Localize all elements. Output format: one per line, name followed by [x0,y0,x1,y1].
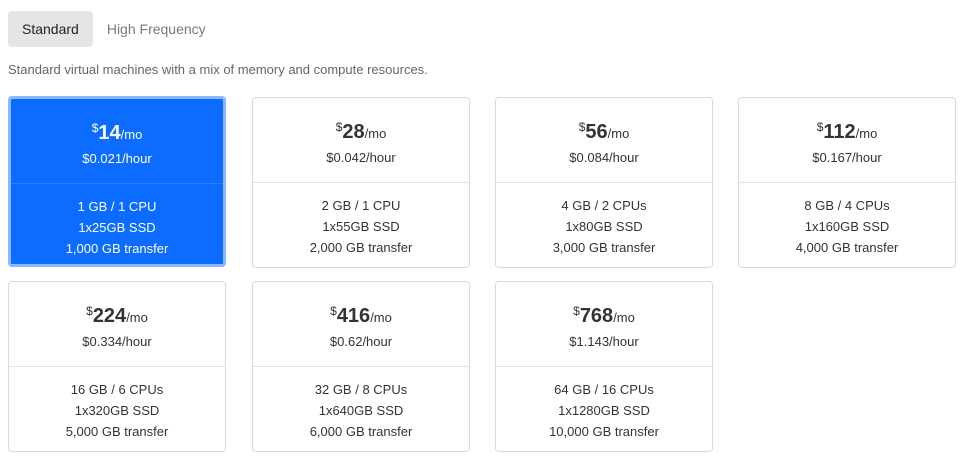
plan-memory-cpu: 4 GB / 2 CPUs [561,198,647,213]
plan-price: $112/mo [816,120,878,143]
plan-card-56[interactable]: $56/mo $0.084/hour 4 GB / 2 CPUs 1x80GB … [495,97,713,268]
plan-price: $768/mo [573,304,635,327]
plan-grid: $14/mo $0.021/hour 1 GB / 1 CPU 1x25GB S… [8,96,964,462]
tab-high-frequency[interactable]: High Frequency [93,11,220,47]
plan-card-112[interactable]: $112/mo $0.167/hour 8 GB / 4 CPUs 1x160G… [738,97,956,268]
plan-specs: 64 GB / 16 CPUs 1x1280GB SSD 10,000 GB t… [496,367,712,442]
plan-card-28[interactable]: $28/mo $0.042/hour 2 GB / 1 CPU 1x55GB S… [252,97,470,268]
plan-specs: 8 GB / 4 CPUs 1x160GB SSD 4,000 GB trans… [739,183,955,258]
plan-transfer: 10,000 GB transfer [549,424,659,439]
plan-price: $56/mo [578,120,630,143]
plan-price: $28/mo [335,120,387,143]
plan-specs: 16 GB / 6 CPUs 1x320GB SSD 5,000 GB tran… [9,367,225,442]
plan-transfer: 3,000 GB transfer [552,240,656,255]
plan-memory-cpu: 16 GB / 6 CPUs [70,382,164,397]
plan-card-224[interactable]: $224/mo $0.334/hour 16 GB / 6 CPUs 1x320… [8,281,226,452]
plan-memory-cpu: 8 GB / 4 CPUs [804,198,890,213]
plan-hourly: $0.084/hour [569,150,639,165]
plan-transfer: 1,000 GB transfer [65,241,169,256]
plan-price: $14/mo [91,121,143,144]
plan-transfer: 6,000 GB transfer [309,424,413,439]
plan-hourly: $0.62/hour [329,334,393,349]
tab-standard[interactable]: Standard [8,11,93,47]
plan-type-tabs: Standard High Frequency [8,11,220,47]
plan-specs: 2 GB / 1 CPU 1x55GB SSD 2,000 GB transfe… [253,183,469,258]
plan-transfer: 4,000 GB transfer [795,240,899,255]
plan-hourly: $0.334/hour [82,334,152,349]
plan-storage: 1x160GB SSD [804,219,890,234]
plan-storage: 1x320GB SSD [74,403,160,418]
plan-card-768[interactable]: $768/mo $1.143/hour 64 GB / 16 CPUs 1x12… [495,281,713,452]
plan-storage: 1x80GB SSD [565,219,643,234]
plan-card-416[interactable]: $416/mo $0.62/hour 32 GB / 8 CPUs 1x640G… [252,281,470,452]
plan-hourly: $0.021/hour [82,151,152,166]
plan-memory-cpu: 32 GB / 8 CPUs [314,382,408,397]
plan-hourly: $0.167/hour [812,150,882,165]
plan-price: $224/mo [86,304,148,327]
plan-storage: 1x55GB SSD [322,219,400,234]
plan-memory-cpu: 1 GB / 1 CPU [77,199,157,214]
plan-storage: 1x640GB SSD [318,403,404,418]
plan-memory-cpu: 2 GB / 1 CPU [321,198,401,213]
plan-hourly: $0.042/hour [326,150,396,165]
plan-hourly: $1.143/hour [569,334,639,349]
plan-price: $416/mo [330,304,392,327]
plan-specs: 1 GB / 1 CPU 1x25GB SSD 1,000 GB transfe… [11,184,223,259]
plan-description: Standard virtual machines with a mix of … [8,62,428,77]
plan-transfer: 5,000 GB transfer [65,424,169,439]
plan-memory-cpu: 64 GB / 16 CPUs [554,382,654,397]
plan-storage: 1x1280GB SSD [558,403,650,418]
plan-transfer: 2,000 GB transfer [309,240,413,255]
plan-specs: 4 GB / 2 CPUs 1x80GB SSD 3,000 GB transf… [496,183,712,258]
plan-storage: 1x25GB SSD [78,220,156,235]
plan-specs: 32 GB / 8 CPUs 1x640GB SSD 6,000 GB tran… [253,367,469,442]
plan-card-14[interactable]: $14/mo $0.021/hour 1 GB / 1 CPU 1x25GB S… [8,96,226,267]
